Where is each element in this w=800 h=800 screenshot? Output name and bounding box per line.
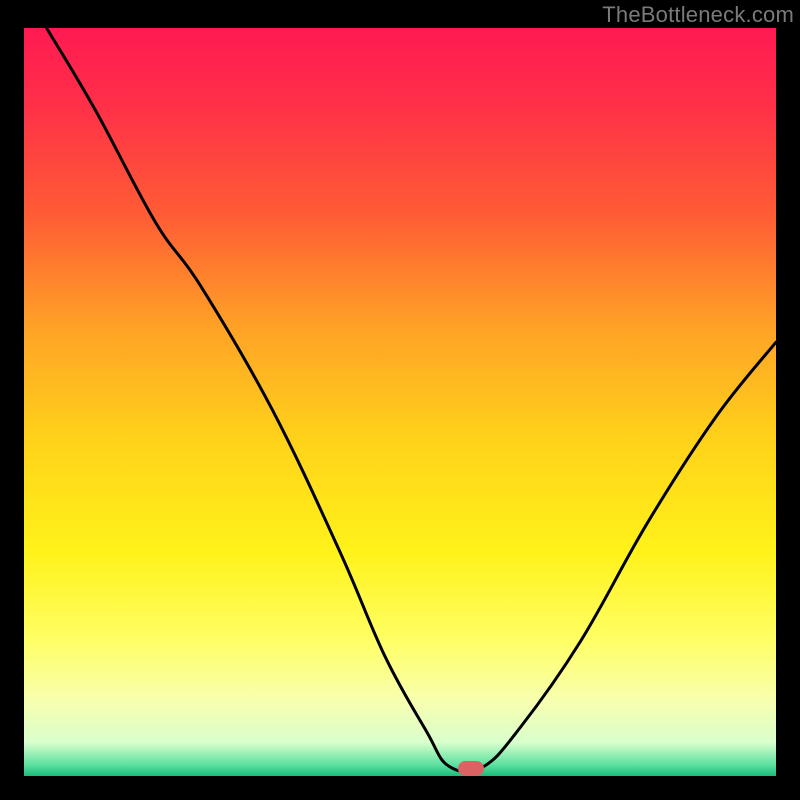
attribution-text: TheBottleneck.com bbox=[602, 2, 794, 28]
chart-frame: TheBottleneck.com bbox=[0, 0, 800, 800]
curve-minimum-marker bbox=[458, 761, 484, 776]
plot-area bbox=[24, 28, 776, 776]
bottleneck-curve bbox=[24, 28, 776, 776]
